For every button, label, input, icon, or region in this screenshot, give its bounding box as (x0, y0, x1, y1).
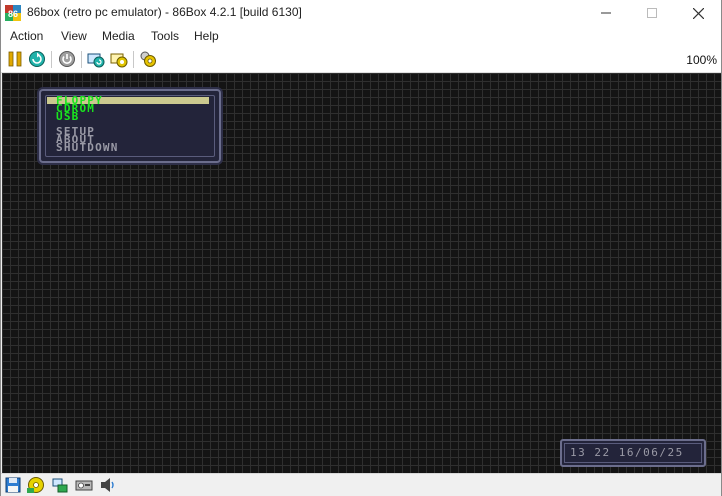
close-icon (692, 7, 704, 19)
boot-menu-panel: FLOPPY CDROM USB SETUP ABOUT SHUTDOWN (39, 89, 221, 163)
hard-disk-icon[interactable] (75, 476, 93, 494)
86box-icon: 86 (5, 5, 21, 21)
zoom-level: 100% (686, 53, 717, 67)
floppy-disk-icon[interactable] (4, 476, 22, 494)
emulator-window: 86 86box (retro pc emulator) - 86Box 4.2… (0, 0, 722, 496)
menu-action[interactable]: Action (10, 29, 43, 43)
window-title: 86box (retro pc emulator) - 86Box 4.2.1 … (27, 5, 302, 19)
boot-option-usb[interactable]: USB (56, 111, 79, 122)
ctrl-alt-del-icon[interactable] (87, 50, 105, 68)
power-icon[interactable] (58, 50, 76, 68)
toolbar-separator (51, 51, 52, 68)
toolbar-separator (81, 51, 82, 68)
minimize-button[interactable] (583, 0, 629, 26)
clock-panel: 13 22 16/06/25 (560, 439, 706, 467)
pause-icon[interactable] (6, 50, 24, 68)
reset-icon[interactable] (28, 50, 46, 68)
toolbar-separator (133, 51, 134, 68)
toolbar: 100% (1, 47, 721, 73)
ctrl-alt-esc-icon[interactable] (110, 50, 128, 68)
maximize-icon (647, 8, 657, 18)
clock-display: 13 22 16/06/25 (570, 446, 684, 459)
menu-tools[interactable]: Tools (151, 29, 179, 43)
settings-icon[interactable] (139, 50, 157, 68)
boot-option-shutdown[interactable]: SHUTDOWN (56, 142, 119, 153)
svg-text:86: 86 (8, 9, 18, 19)
maximize-button[interactable] (629, 0, 675, 26)
menu-view[interactable]: View (61, 29, 87, 43)
emulated-display[interactable]: FLOPPY CDROM USB SETUP ABOUT SHUTDOWN 13… (2, 73, 721, 473)
menu-bar: Action View Media Tools Help (1, 26, 721, 47)
status-bar (1, 473, 721, 496)
minimize-icon (601, 12, 611, 14)
sound-icon[interactable] (99, 476, 117, 494)
menu-media[interactable]: Media (102, 29, 135, 43)
network-icon[interactable] (51, 476, 69, 494)
cdrom-icon[interactable] (27, 476, 45, 494)
menu-help[interactable]: Help (194, 29, 219, 43)
title-bar[interactable]: 86 86box (retro pc emulator) - 86Box 4.2… (1, 0, 721, 26)
close-button[interactable] (675, 0, 721, 26)
